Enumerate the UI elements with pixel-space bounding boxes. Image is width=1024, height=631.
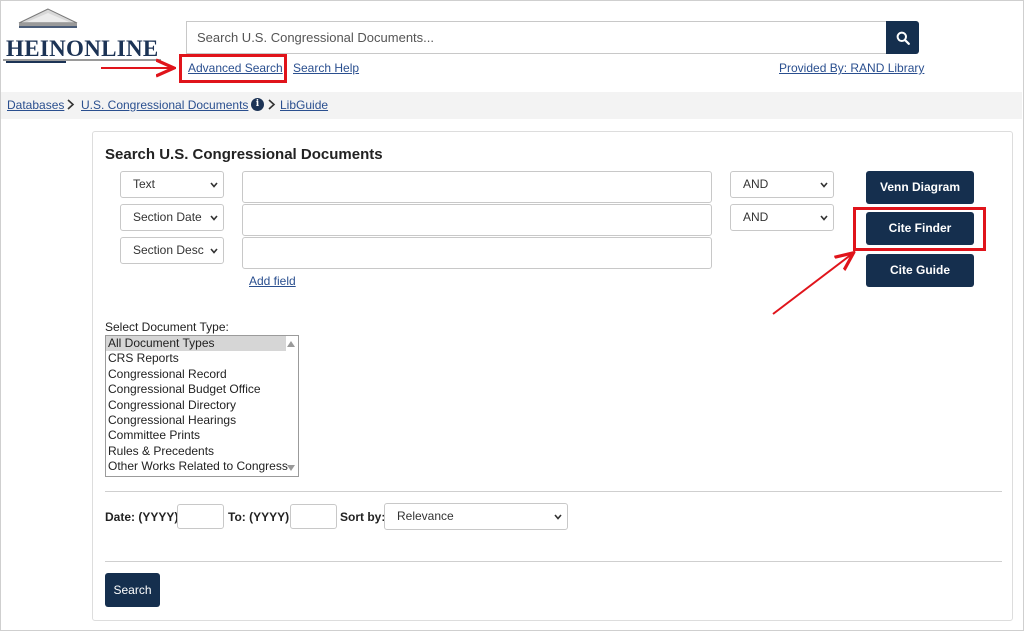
chevron-down-icon xyxy=(820,182,828,188)
chevron-down-icon xyxy=(210,182,218,188)
logo-underline xyxy=(3,59,161,61)
search-icon xyxy=(896,31,910,45)
sort-label: Sort by: xyxy=(340,510,386,524)
list-item[interactable]: Committee Prints xyxy=(106,428,298,443)
search-input[interactable]: Search U.S. Congressional Documents... xyxy=(186,21,886,54)
divider xyxy=(105,491,1002,492)
venn-diagram-button[interactable]: Venn Diagram xyxy=(866,171,974,204)
scroll-up-icon[interactable] xyxy=(287,341,295,347)
list-item[interactable]: CRS Reports xyxy=(106,351,298,366)
breadcrumb-collection[interactable]: U.S. Congressional Documents xyxy=(81,98,248,112)
search-button[interactable] xyxy=(886,21,919,54)
list-item[interactable]: Other Works Related to Congress xyxy=(106,459,298,474)
heinonline-logo[interactable]: HEINONLINE xyxy=(3,8,163,64)
chevron-down-icon xyxy=(210,215,218,221)
field-select-2[interactable]: Section Date xyxy=(120,204,224,231)
chevron-down-icon xyxy=(210,247,218,255)
listbox-scrollbar[interactable] xyxy=(284,336,298,476)
info-icon[interactable]: i xyxy=(251,98,264,111)
operator-select-2[interactable]: AND xyxy=(730,204,834,231)
chevron-down-icon xyxy=(820,215,828,221)
scroll-down-icon[interactable] xyxy=(287,465,295,471)
provided-by-link[interactable]: Provided By: RAND Library xyxy=(779,61,924,75)
list-item[interactable]: Congressional Record xyxy=(106,367,298,382)
cite-finder-highlight xyxy=(853,207,986,251)
date-from-input[interactable] xyxy=(177,504,224,529)
field-select-1[interactable]: Text xyxy=(120,171,224,198)
query-input-2[interactable] xyxy=(242,204,712,236)
courthouse-icon xyxy=(18,8,78,28)
list-item[interactable]: Congressional Budget Office xyxy=(106,382,298,397)
divider xyxy=(105,561,1002,562)
query-input-3[interactable] xyxy=(242,237,712,269)
list-item[interactable]: All Document Types xyxy=(106,336,286,352)
date-from-label: Date: (YYYY) xyxy=(105,510,179,524)
date-to-input[interactable] xyxy=(290,504,337,529)
advanced-search-highlight xyxy=(179,54,287,83)
doc-type-label: Select Document Type: xyxy=(105,320,229,334)
query-input-1[interactable] xyxy=(242,171,712,203)
cite-guide-button[interactable]: Cite Guide xyxy=(866,254,974,287)
operator-select-1[interactable]: AND xyxy=(730,171,834,198)
chevron-down-icon xyxy=(554,514,562,520)
list-item[interactable]: Congressional Hearings xyxy=(106,413,298,428)
field-select-3[interactable]: Section Desc xyxy=(120,237,224,264)
add-field-link[interactable]: Add field xyxy=(249,274,296,288)
page-title: Search U.S. Congressional Documents xyxy=(105,146,383,163)
chevron-right-icon xyxy=(67,99,75,110)
chevron-right-icon xyxy=(268,99,276,110)
breadcrumb-databases[interactable]: Databases xyxy=(7,98,64,112)
search-help-link[interactable]: Search Help xyxy=(293,61,359,75)
breadcrumb-libguide[interactable]: LibGuide xyxy=(280,98,328,112)
list-item[interactable]: Congressional Directory xyxy=(106,398,298,413)
list-item[interactable]: Rules & Precedents xyxy=(106,444,298,459)
sort-select[interactable]: Relevance xyxy=(384,503,568,530)
date-to-label: To: (YYYY) xyxy=(228,510,290,524)
doc-type-listbox[interactable]: All Document Types CRS Reports Congressi… xyxy=(105,335,299,477)
search-submit-button[interactable]: Search xyxy=(105,573,160,607)
